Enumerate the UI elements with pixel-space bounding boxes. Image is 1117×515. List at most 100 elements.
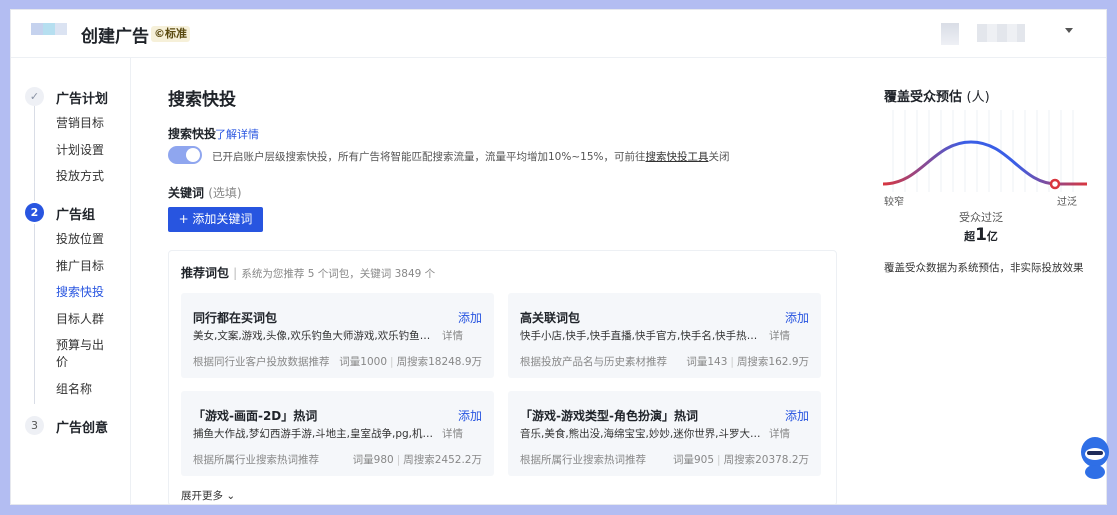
check-icon: ✓ bbox=[25, 87, 44, 106]
top-header: 创建广告 ©标准 bbox=[11, 10, 1106, 58]
section-title: 搜索快投 bbox=[168, 90, 236, 110]
expand-more-label: 展开更多 bbox=[181, 490, 223, 502]
narrow-label: 较窄 bbox=[884, 197, 904, 208]
card-keywords: 音乐,美食,熊出没,海绵宝宝,妙妙,迷你世界,斗罗大陆,马桶人... bbox=[520, 428, 766, 440]
step-number-badge: 3 bbox=[25, 416, 44, 435]
count-unit: 亿 bbox=[986, 230, 998, 243]
card-stats: 词量1000 | 周搜索18248.9万 bbox=[339, 354, 482, 369]
stats-divider: | bbox=[390, 356, 394, 368]
add-package-button[interactable]: 添加 bbox=[458, 407, 482, 424]
nav-item-budget-bid[interactable]: 预算与出价 bbox=[56, 337, 108, 371]
stats-divider: | bbox=[396, 454, 401, 466]
toggle-desc-suffix: 关闭 bbox=[708, 151, 730, 163]
card-stats: 词量143 | 周搜索162.9万 bbox=[686, 354, 809, 369]
stats-divider: | bbox=[717, 454, 721, 466]
quick-label: 搜索快投 bbox=[168, 127, 217, 141]
expand-more-button[interactable]: 展开更多 ⌄ bbox=[181, 488, 235, 503]
detail-link[interactable]: 详情 bbox=[442, 426, 463, 441]
chevron-down-icon[interactable] bbox=[1065, 28, 1073, 33]
optional-hint: (选填) bbox=[208, 186, 242, 200]
card-source: 根据所属行业搜索热词推荐 bbox=[520, 454, 646, 466]
coverage-curve bbox=[882, 140, 1087, 186]
audience-count: 超1亿 bbox=[911, 225, 1051, 245]
add-package-button[interactable]: 添加 bbox=[458, 309, 482, 326]
detail-link[interactable]: 详情 bbox=[769, 426, 790, 441]
title-divider: | bbox=[233, 266, 238, 280]
avatar[interactable] bbox=[941, 23, 959, 45]
nav-item-group-name[interactable]: 组名称 bbox=[56, 381, 116, 398]
nav-item-audience[interactable]: 目标人群 bbox=[56, 311, 116, 328]
weekly-search: 周搜索162.9万 bbox=[736, 356, 809, 368]
account-name[interactable] bbox=[977, 24, 1025, 42]
word-count: 词量1000 bbox=[339, 356, 388, 368]
count-prefix: 超 bbox=[964, 230, 976, 243]
nav-item-plan-settings[interactable]: 计划设置 bbox=[56, 142, 116, 159]
nav-item-promo-target[interactable]: 推广目标 bbox=[56, 258, 116, 275]
card-keywords: 快手小店,快手,快手直播,快手官方,快手名,快手热门,官方快... bbox=[520, 330, 766, 342]
card-title: 「游戏-画面-2D」热词 bbox=[193, 409, 318, 423]
keywords-label: 关键词 (选填) bbox=[168, 184, 242, 201]
nav-item-marketing-goal[interactable]: 营销目标 bbox=[56, 115, 116, 132]
app-window: 创建广告 ©标准 ✓ 广告计划 营销目标 计划设置 投放方式 2 广告组 投放位… bbox=[10, 9, 1107, 505]
step-title-plan[interactable]: 广告计划 bbox=[56, 88, 108, 107]
quick-tool-link[interactable]: 搜索快投工具 bbox=[645, 151, 708, 163]
status-badge: ©标准 bbox=[151, 26, 190, 42]
add-package-button[interactable]: 添加 bbox=[785, 309, 809, 326]
nav-item-placement[interactable]: 投放位置 bbox=[56, 231, 116, 248]
chevron-down-icon: ⌄ bbox=[226, 490, 236, 502]
keyword-package-card: 同行都在买词包 添加 美女,文案,游戏,头像,欢乐钓鱼大师游戏,欢乐钓鱼大师,王… bbox=[181, 293, 494, 378]
card-source: 根据同行业客户投放数据推荐 bbox=[193, 356, 330, 368]
card-keywords: 捕鱼大作战,梦幻西游手游,斗地主,皇室战争,pg,机甲斗兽场,... bbox=[193, 428, 439, 440]
recommend-subtitle: 系统为您推荐 5 个词包，关键词 3849 个 bbox=[241, 268, 436, 280]
add-package-button[interactable]: 添加 bbox=[785, 407, 809, 424]
step-connector bbox=[34, 98, 35, 201]
page-title: 创建广告 bbox=[81, 27, 149, 47]
coverage-marker bbox=[1049, 178, 1061, 190]
toggle-knob bbox=[186, 148, 200, 162]
count-number: 1 bbox=[975, 225, 987, 245]
recommend-title: 推荐词包 | 系统为您推荐 5 个词包，关键词 3849 个 bbox=[181, 264, 435, 281]
keywords-label-text: 关键词 bbox=[168, 186, 205, 200]
step-connector bbox=[34, 224, 35, 404]
step-number-badge: 2 bbox=[25, 203, 44, 222]
step-sidebar: ✓ 广告计划 营销目标 计划设置 投放方式 2 广告组 投放位置 推广目标 搜索… bbox=[11, 58, 131, 504]
card-source: 根据所属行业搜索热词推荐 bbox=[193, 454, 319, 466]
assistant-bot-icon[interactable] bbox=[1075, 432, 1109, 480]
nav-item-search-quick[interactable]: 搜索快投 bbox=[56, 284, 116, 301]
audience-level: 受众过泛 bbox=[959, 211, 1003, 224]
step-title-adgroup[interactable]: 广告组 bbox=[56, 204, 95, 223]
detail-link[interactable]: 详情 bbox=[442, 328, 463, 343]
card-title: 高关联词包 bbox=[520, 311, 581, 325]
broad-label: 过泛 bbox=[1057, 197, 1077, 208]
coverage-unit: (人) bbox=[966, 90, 990, 105]
add-keyword-button[interactable]: + 添加关键词 bbox=[168, 207, 263, 232]
search-quick-toggle[interactable] bbox=[168, 146, 202, 164]
coverage-gauge-chart bbox=[882, 110, 1087, 192]
step-title-creative[interactable]: 广告创意 bbox=[56, 417, 108, 436]
toggle-desc-text: 已开启账户层级搜索快投，所有广告将智能匹配搜索流量，流量平均增加10%~15%，… bbox=[212, 151, 646, 163]
detail-link[interactable]: 详情 bbox=[769, 328, 790, 343]
keyword-package-card: 「游戏-游戏类型-角色扮演」热词 添加 音乐,美食,熊出没,海绵宝宝,妙妙,迷你… bbox=[508, 391, 821, 476]
recommend-panel: 推荐词包 | 系统为您推荐 5 个词包，关键词 3849 个 同行都在买词包 添加 … bbox=[168, 250, 837, 504]
card-title: 「游戏-游戏类型-角色扮演」热词 bbox=[520, 409, 698, 423]
nav-item-delivery-method[interactable]: 投放方式 bbox=[56, 168, 116, 185]
card-keywords: 美女,文案,游戏,头像,欢乐钓鱼大师游戏,欢乐钓鱼大师,王者... bbox=[193, 330, 439, 342]
toggle-description: 已开启账户层级搜索快投，所有广告将智能匹配搜索流量，流量平均增加10%~15%，… bbox=[212, 149, 729, 164]
chart-gridlines bbox=[892, 110, 1074, 192]
coverage-title-text: 覆盖受众预估 bbox=[884, 90, 963, 105]
card-stats: 词量905 | 周搜索20378.2万 bbox=[673, 452, 809, 467]
word-count: 词量143 bbox=[686, 356, 728, 368]
learn-more-link[interactable]: 了解详情 bbox=[215, 126, 259, 142]
word-count: 词量980 bbox=[352, 454, 394, 466]
weekly-search: 周搜索18248.9万 bbox=[396, 356, 482, 368]
card-stats: 词量980 | 周搜索2452.2万 bbox=[353, 452, 482, 467]
card-title: 同行都在买词包 bbox=[193, 311, 278, 325]
weekly-search: 周搜索2452.2万 bbox=[403, 454, 482, 466]
logo-icon bbox=[31, 23, 67, 47]
coverage-title: 覆盖受众预估 (人) bbox=[884, 86, 990, 105]
keyword-package-card: 「游戏-画面-2D」热词 添加 捕鱼大作战,梦幻西游手游,斗地主,皇室战争,pg… bbox=[181, 391, 494, 476]
weekly-search: 周搜索20378.2万 bbox=[723, 454, 809, 466]
stats-divider: | bbox=[730, 356, 734, 368]
card-source: 根据投放产品名与历史素材推荐 bbox=[520, 356, 667, 368]
coverage-note: 覆盖受众数据为系统预估，非实际投放效果 bbox=[884, 262, 1084, 274]
